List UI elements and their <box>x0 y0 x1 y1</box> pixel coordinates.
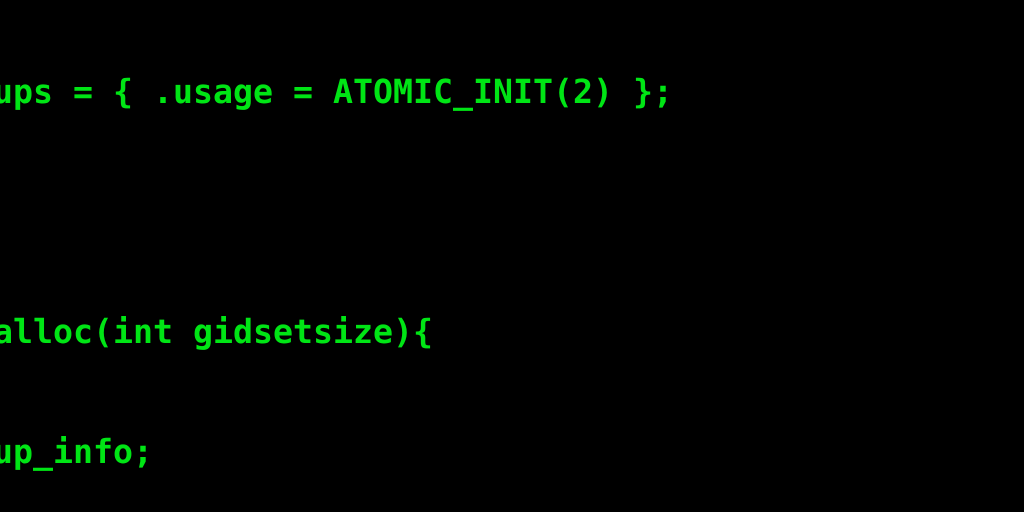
code-surface[interactable]: init_groups = { .usage = ATOMIC_INIT(2) … <box>0 0 1024 512</box>
code-line: init_groups = { .usage = ATOMIC_INIT(2) … <box>0 72 673 111</box>
code-line: nfo *group_info; <box>0 432 153 471</box>
terminal-screen[interactable]: init_groups = { .usage = ATOMIC_INIT(2) … <box>0 0 1024 512</box>
code-line: *groups_alloc(int gidsetsize){ <box>0 312 433 351</box>
